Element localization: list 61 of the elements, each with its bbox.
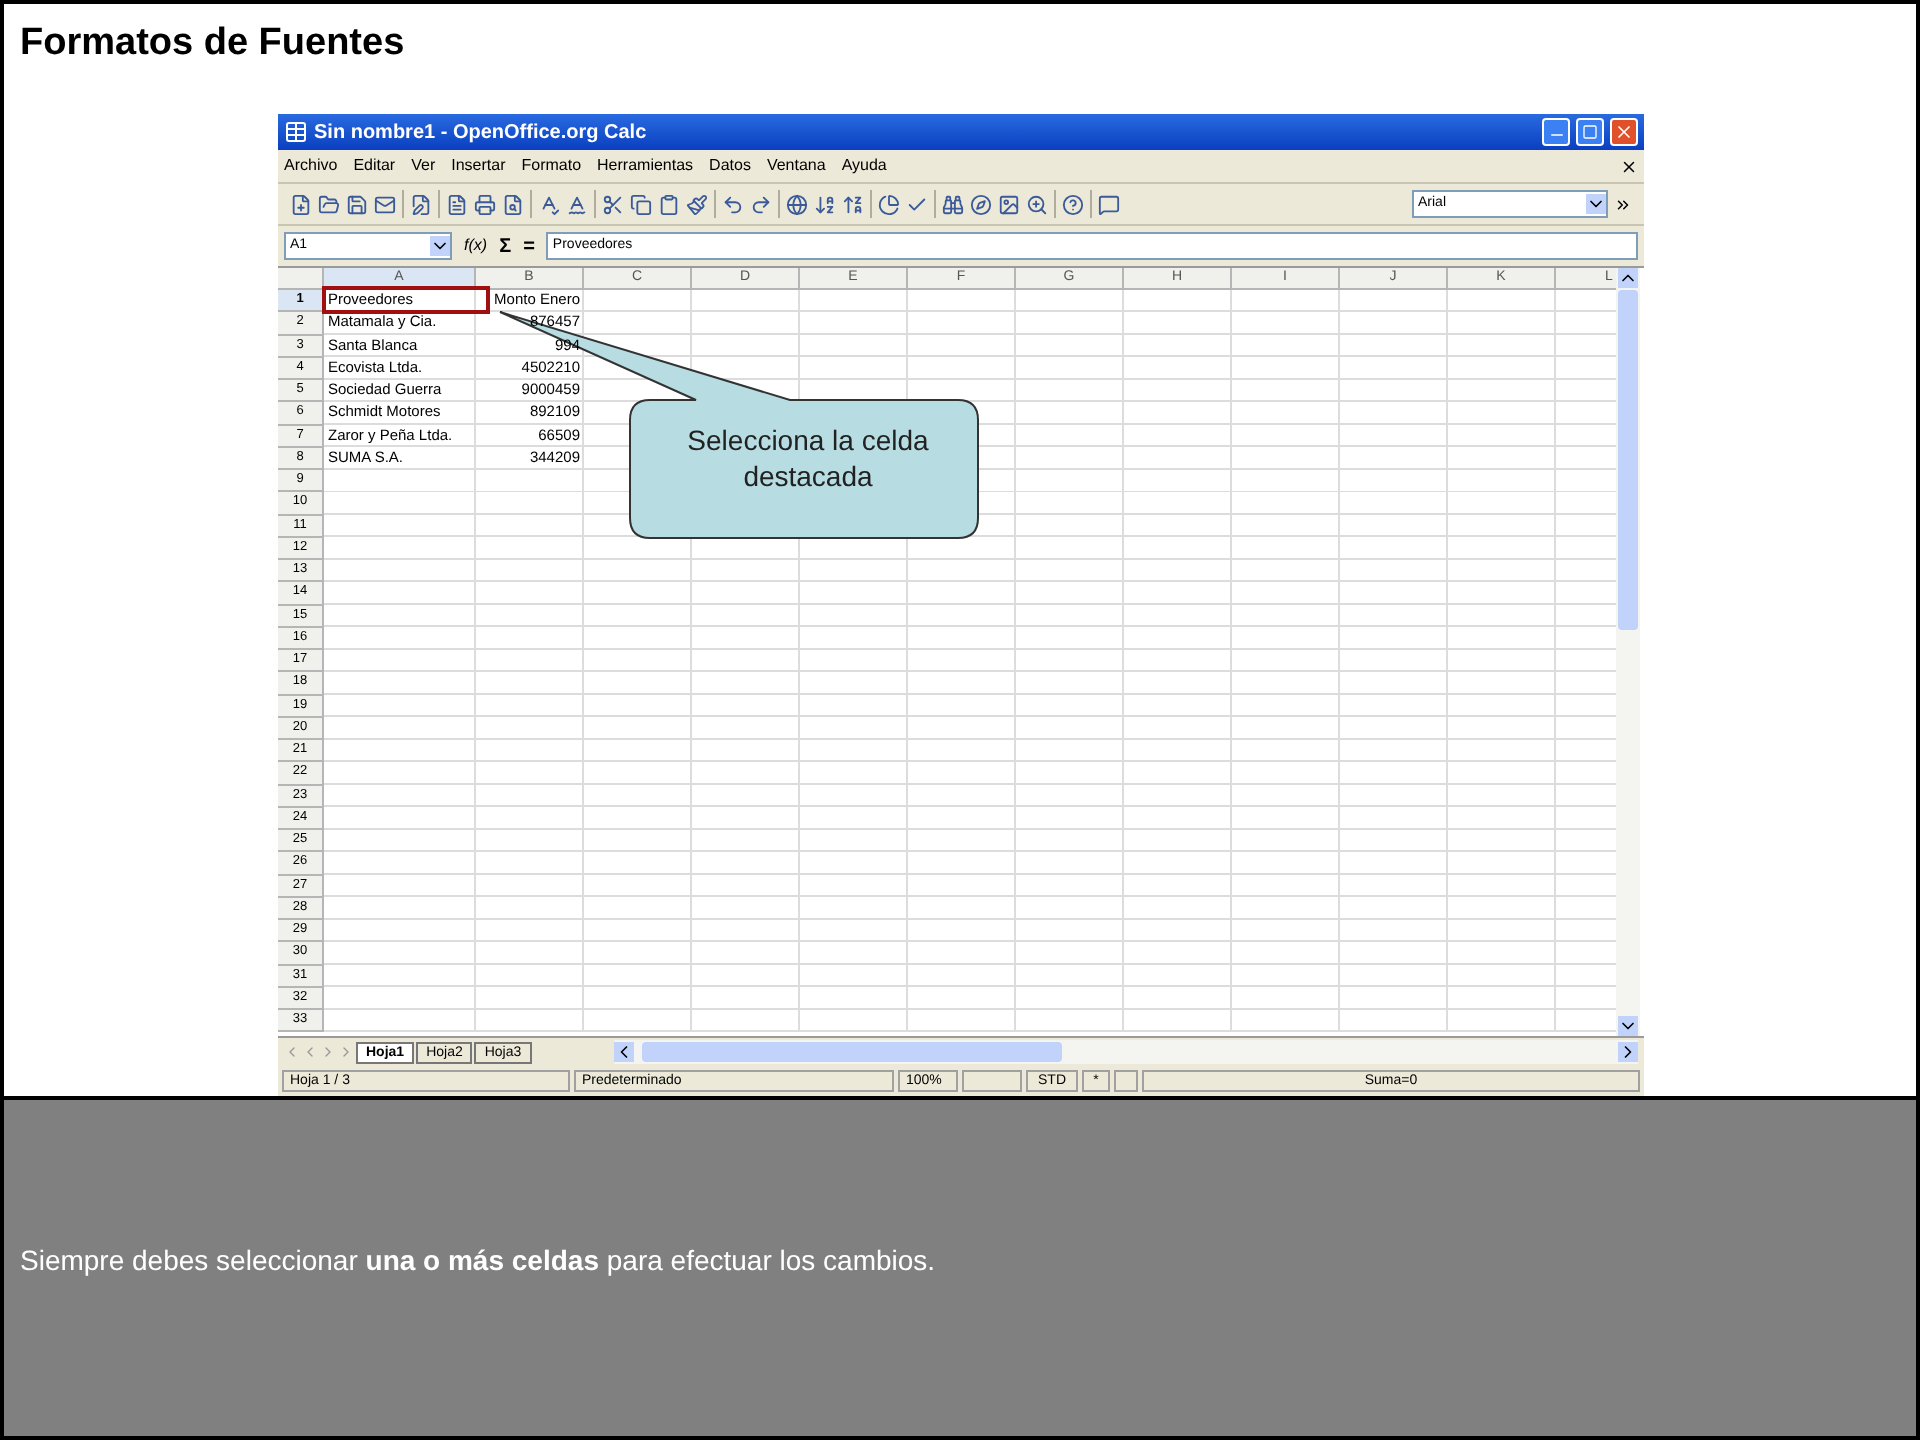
picture-icon[interactable] [998, 193, 1020, 215]
menu-item[interactable]: Formato [521, 154, 582, 178]
dropdown-icon[interactable] [1586, 194, 1606, 214]
equals-button[interactable]: = [523, 231, 535, 261]
undo-icon[interactable] [722, 193, 744, 215]
redo-icon[interactable] [750, 193, 772, 215]
folder-icon[interactable] [318, 193, 340, 215]
maximize-button[interactable] [1576, 118, 1604, 146]
printer-icon[interactable] [474, 193, 496, 215]
menu-item[interactable]: Archivo [284, 154, 338, 178]
new-document-icon[interactable] [290, 193, 312, 215]
edit-file-icon[interactable] [410, 193, 432, 215]
paintbrush-icon[interactable] [686, 193, 708, 215]
menu-item[interactable]: Datos [709, 154, 751, 178]
cut-icon[interactable] [602, 193, 624, 215]
status-panel [1114, 1070, 1138, 1092]
pie-chart-icon[interactable] [878, 193, 900, 215]
sort-ascending-icon[interactable] [814, 193, 836, 215]
horizontal-scrollbar[interactable] [613, 1040, 1638, 1064]
binoculars-icon[interactable] [942, 193, 964, 215]
copy-icon[interactable] [630, 193, 652, 215]
slide-title: Formatos de Fuentes [18, 20, 407, 68]
maximize-icon[interactable] [1582, 124, 1598, 140]
menu-item[interactable]: Insertar [451, 154, 506, 178]
page-magnifier-icon[interactable] [502, 193, 524, 215]
autospellcheck-icon[interactable] [566, 193, 588, 215]
globe-icon[interactable] [786, 193, 808, 215]
dropdown-icon[interactable] [430, 236, 450, 256]
minimize-button[interactable] [1542, 118, 1570, 146]
save-icon[interactable] [346, 193, 368, 215]
scroll-thumb[interactable] [1618, 290, 1638, 630]
app-icon [284, 120, 308, 144]
menu-item[interactable]: Editar [353, 154, 396, 178]
menu-item[interactable]: Ayuda [841, 154, 887, 178]
speech-bubble-icon[interactable] [1098, 193, 1120, 215]
function-wizard-button[interactable]: f(x) [464, 234, 488, 258]
scroll-thumb[interactable] [641, 1042, 1062, 1062]
caption-text: Siempre debes seleccionar una o más celdas para efectuar los cambios. [20, 1241, 936, 1280]
spellcheck-icon[interactable] [538, 193, 560, 215]
menu-item[interactable]: Herramientas [597, 154, 694, 178]
sort-descending-icon[interactable] [842, 193, 864, 215]
close-document-icon[interactable] [1620, 157, 1638, 175]
zoom-icon[interactable] [1026, 193, 1048, 215]
vertical-scrollbar[interactable] [1616, 268, 1640, 1036]
document-icon[interactable] [446, 193, 468, 215]
scroll-up-icon[interactable] [1618, 268, 1638, 288]
scroll-left-icon[interactable] [613, 1042, 634, 1062]
sum-button[interactable]: Σ [499, 231, 512, 261]
mail-icon[interactable] [374, 193, 396, 215]
menu-item[interactable]: Ver [411, 154, 436, 178]
scroll-right-icon[interactable] [1618, 1042, 1638, 1062]
status-panel [962, 1070, 1022, 1092]
paste-icon[interactable] [658, 193, 680, 215]
menu-item[interactable]: Ventana [766, 154, 826, 178]
more-icon[interactable] [1614, 195, 1632, 213]
scroll-down-icon[interactable] [1618, 1016, 1638, 1036]
callout-text: Selecciona la celda destacada [685, 422, 931, 494]
check-icon[interactable] [906, 193, 928, 215]
window-title: Sin nombre1 - OpenOffice.org Calc [314, 119, 649, 147]
help-icon[interactable] [1062, 193, 1084, 215]
compass-icon[interactable] [970, 193, 992, 215]
